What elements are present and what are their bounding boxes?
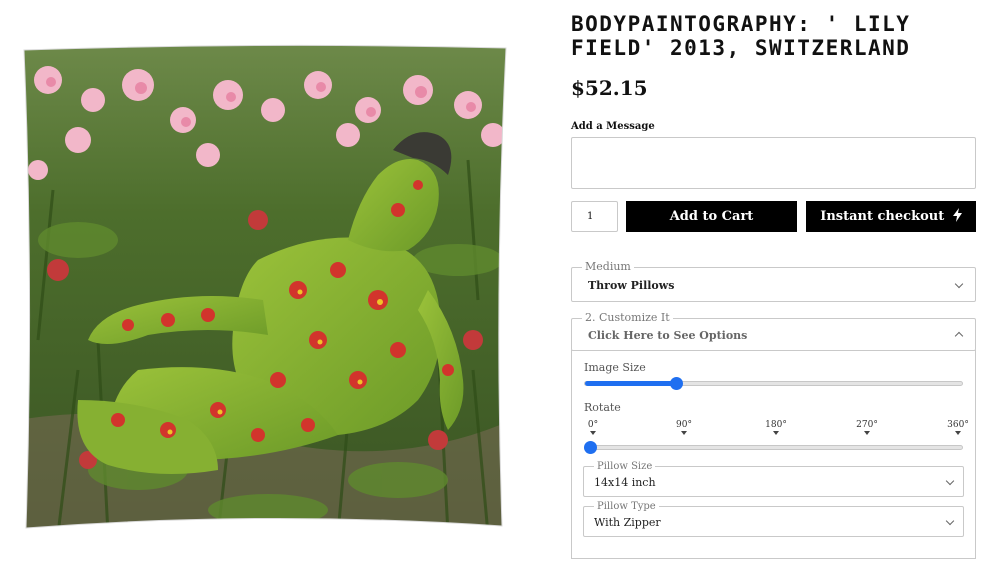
image-size-thumb[interactable] (669, 377, 683, 390)
pillow-size-value: 14x14 inch (594, 476, 656, 489)
message-label: Add a Message (571, 121, 655, 132)
rotate-tick-270: 270° (852, 420, 882, 435)
pillow-photo (23, 44, 507, 529)
chevron-down-icon (945, 516, 955, 526)
chevron-down-icon (954, 279, 964, 289)
add-to-cart-button[interactable]: Add to Cart (626, 201, 797, 232)
image-size-label: Image Size (584, 361, 646, 374)
medium-select[interactable]: Medium Throw Pillows (571, 261, 976, 302)
customize-value: Click Here to See Options (588, 329, 748, 342)
pillow-size-select[interactable]: Pillow Size 14x14 inch (583, 461, 964, 497)
rotate-tick-0: 0° (578, 420, 608, 435)
lightning-bolt-icon (952, 208, 962, 222)
pillow-type-value: With Zipper (594, 516, 661, 529)
medium-legend: Medium (582, 261, 634, 273)
rotate-tick-360: 360° (943, 420, 973, 435)
rotate-label: Rotate (584, 401, 621, 414)
chevron-up-icon (954, 331, 964, 341)
product-title: BODYPAINTOGRAPHY: ' LILY FIELD' 2013, SW… (571, 12, 911, 60)
message-textarea[interactable] (571, 137, 976, 189)
quantity-input[interactable]: 1 (571, 201, 618, 232)
image-size-slider[interactable] (584, 377, 963, 390)
add-to-cart-label: Add to Cart (669, 209, 754, 224)
rotate-slider[interactable] (584, 441, 963, 454)
rotate-thumb[interactable] (584, 441, 597, 454)
rotate-tick-90: 90° (669, 420, 699, 435)
instant-checkout-button[interactable]: Instant checkout (806, 201, 976, 232)
medium-value: Throw Pillows (588, 279, 675, 292)
pillow-type-legend: Pillow Type (594, 501, 659, 513)
product-price: $52.15 (571, 76, 648, 100)
instant-checkout-label: Instant checkout (820, 209, 945, 224)
pillow-type-select[interactable]: Pillow Type With Zipper (583, 501, 964, 537)
rotate-tick-180: 180° (761, 420, 791, 435)
customize-legend: 2. Customize It (582, 312, 673, 324)
pillow-size-legend: Pillow Size (594, 461, 656, 473)
image-size-fill (585, 381, 676, 386)
product-image (18, 40, 512, 534)
chevron-down-icon (945, 476, 955, 486)
customize-toggle[interactable]: 2. Customize It Click Here to See Option… (571, 312, 976, 351)
